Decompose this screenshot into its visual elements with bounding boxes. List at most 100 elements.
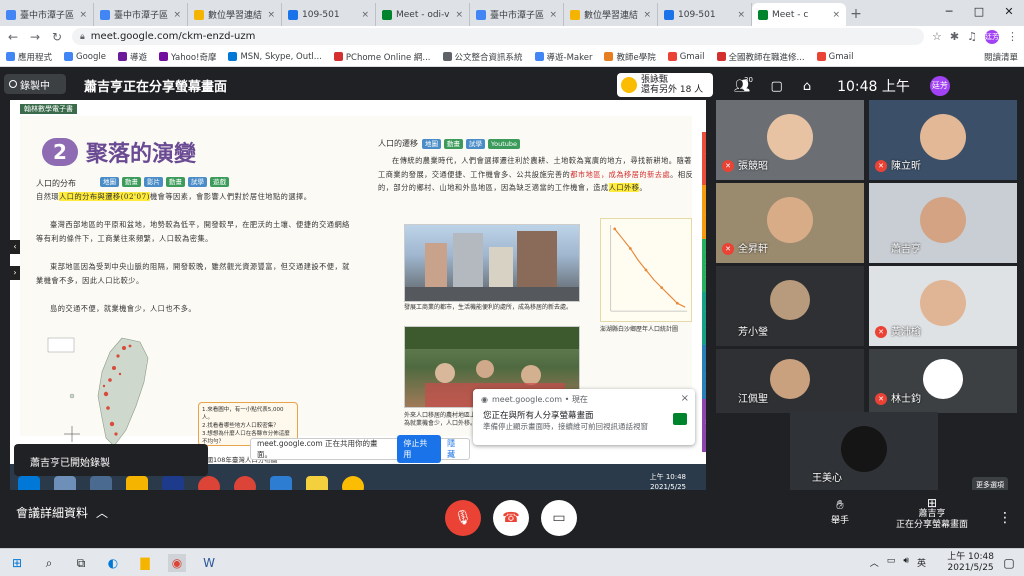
browser-tab[interactable]: 臺中市潭子區 × [94, 3, 188, 26]
bookmark-item[interactable]: 導遊 [118, 51, 147, 63]
more-options-icon[interactable]: ⋮ [998, 510, 1012, 526]
resource-chip[interactable]: 地圖 [100, 177, 119, 187]
activities-icon[interactable]: ⌂ [803, 79, 811, 94]
chat-icon[interactable]: ▢ [771, 79, 783, 94]
people-icon[interactable]: 👥︎ 30 [734, 76, 753, 94]
present-now-button[interactable]: ⊞ 蕭吉亨 正在分享螢幕畫面 [880, 497, 984, 531]
resource-chip[interactable]: 遊戲 [210, 177, 229, 187]
participant-tile[interactable]: ✕ 張競昭 [716, 100, 864, 180]
mic-off-button[interactable]: 🎙︎ [445, 500, 481, 536]
ebook-side-tab[interactable]: 教學 [702, 398, 706, 452]
edge-icon[interactable]: ◐ [104, 554, 122, 572]
meeting-details-button[interactable]: 會議詳細資料 ︿ [16, 504, 108, 521]
close-window-button[interactable]: ✕ [994, 0, 1024, 26]
network-icon[interactable]: ▭ [887, 556, 896, 569]
resource-chip[interactable]: 動畫 [444, 138, 463, 149]
raise-hand-button[interactable]: ✋︎ 舉手 [820, 498, 860, 526]
menu-icon[interactable]: ⋮ [1007, 30, 1018, 43]
browser-tab[interactable]: 數位學習連結 × [564, 3, 658, 26]
browser-tab[interactable]: 臺中市潭子區 × [0, 3, 94, 26]
minimize-button[interactable]: ─ [934, 0, 964, 26]
forward-icon[interactable]: → [28, 30, 42, 44]
browser-tab[interactable]: 臺中市潭子區 × [470, 3, 564, 26]
notifications-icon[interactable]: ▢ [1000, 554, 1018, 572]
participant-tile[interactable]: 蕭吉亨 [869, 183, 1017, 263]
close-tab-icon[interactable]: × [643, 10, 651, 20]
participant-tile[interactable]: ✕ 陳立昕 [869, 100, 1017, 180]
prev-page-arrow[interactable]: ‹ [10, 240, 20, 254]
bookmark-item[interactable]: Gmail [667, 52, 705, 62]
browser-tab[interactable]: 數位學習連結 × [188, 3, 282, 26]
bookmark-item[interactable]: 導遊-Maker [534, 51, 592, 63]
self-avatar[interactable]: 廷芳 [929, 76, 950, 96]
ebook-side-tab[interactable]: 課程教材 [702, 238, 706, 292]
share-notification[interactable]: ◉ meet.google.com • 現在 × 您正在與所有人分享螢幕畫面 準備… [473, 389, 695, 445]
star-icon[interactable]: ☆ [932, 30, 942, 43]
speaker-chip[interactable]: 張詠甄 還有另外 18 人 [617, 73, 713, 97]
ebook-side-tab[interactable]: 作業單 [702, 291, 706, 346]
chrome-icon[interactable]: ◉ [168, 554, 186, 572]
browser-tab[interactable]: 109-501 × [658, 3, 752, 26]
close-tab-icon[interactable]: × [455, 10, 463, 20]
lock-icon[interactable]: 🔒︎ [80, 32, 85, 42]
bookmark-item[interactable]: 全國教師在職進修... [716, 51, 805, 63]
close-tab-icon[interactable]: × [361, 10, 369, 20]
close-tab-icon[interactable]: × [549, 10, 557, 20]
volume-icon[interactable]: 🔊︎ [903, 556, 909, 569]
participant-tile[interactable]: 王美心 [790, 412, 938, 492]
camera-button[interactable]: ▭ [541, 500, 577, 536]
extensions-icon[interactable]: ✱ [950, 30, 959, 43]
word-icon[interactable]: W [200, 554, 218, 572]
resource-chip[interactable]: 地圖 [422, 138, 441, 149]
video-link[interactable]: 人口的分布與遷移(02'07) [59, 192, 150, 201]
reading-list-button[interactable]: 閱讀清單 [984, 51, 1018, 63]
participant-tile[interactable]: 江佩聖 [716, 349, 864, 413]
profile-avatar[interactable]: 廷芳 [985, 29, 999, 44]
close-tab-icon[interactable]: × [267, 10, 275, 20]
resource-chip[interactable]: Youtube [488, 138, 520, 149]
recording-indicator[interactable]: 錄製中 [4, 74, 66, 94]
reload-icon[interactable]: ↻ [50, 30, 64, 44]
bookmark-item[interactable]: PChome Online 網... [333, 51, 431, 63]
resource-chip[interactable]: 影片 [144, 177, 163, 187]
resource-chip[interactable]: 動畫 [122, 177, 141, 187]
bookmark-item[interactable]: Yahoo!奇摩 [159, 51, 216, 63]
browser-tab[interactable]: Meet - c × [752, 3, 846, 26]
stop-sharing-button[interactable]: 停止共用 [397, 435, 442, 463]
next-page-arrow[interactable]: › [10, 266, 20, 280]
bookmark-item[interactable]: Gmail [816, 52, 853, 62]
close-tab-icon[interactable]: × [832, 10, 840, 20]
close-tab-icon[interactable]: × [173, 10, 181, 20]
file-explorer-icon[interactable]: ▇ [136, 554, 154, 572]
taskbar-clock[interactable]: 上午 10:48 2021/5/25 [947, 552, 994, 574]
participant-tile[interactable]: 芳小瑩 [716, 266, 864, 346]
resource-chip[interactable]: 試學 [466, 138, 485, 149]
search-icon[interactable]: ⌕ [40, 554, 58, 572]
new-tab-button[interactable]: + [846, 3, 866, 26]
url-bar[interactable]: 🔒︎ meet.google.com/ckm-enzd-uzm [72, 28, 925, 45]
resource-chip[interactable]: 試學 [188, 177, 207, 187]
hang-up-button[interactable]: ☎︎ [493, 500, 529, 536]
bookmark-item[interactable]: 公文整合資訊系統 [442, 51, 523, 63]
bookmark-item[interactable]: Google [64, 52, 106, 62]
participant-tile[interactable]: ✕ 黃沛榆 [869, 266, 1017, 346]
chevron-up-icon[interactable]: ︿ [870, 556, 879, 569]
bookmark-item[interactable]: 應用程式 [6, 51, 52, 63]
ebook-side-tab[interactable]: 學習評量 [702, 345, 706, 399]
participant-tile[interactable]: ✕ 全昇軒 [716, 183, 864, 263]
resource-chip[interactable]: 動畫 [166, 177, 185, 187]
input-language[interactable]: 英 [917, 556, 926, 569]
back-icon[interactable]: ← [6, 30, 20, 44]
browser-tab[interactable]: 109-501 × [282, 3, 376, 26]
close-notification-icon[interactable]: × [681, 393, 689, 404]
hide-banner-button[interactable]: 隱藏 [447, 438, 463, 460]
close-tab-icon[interactable]: × [737, 10, 745, 20]
bookmark-item[interactable]: 教師e學院 [604, 51, 656, 63]
windows-start-icon[interactable]: ⊞ [8, 554, 26, 572]
media-icon[interactable]: ♫ [967, 30, 977, 43]
bookmark-item[interactable]: MSN, Skype, Outl... [228, 52, 322, 62]
browser-tab[interactable]: Meet - odi-v × [376, 3, 470, 26]
maximize-button[interactable]: □ [964, 0, 994, 26]
close-tab-icon[interactable]: × [79, 10, 87, 20]
task-view-icon[interactable]: ⧉ [72, 554, 90, 572]
